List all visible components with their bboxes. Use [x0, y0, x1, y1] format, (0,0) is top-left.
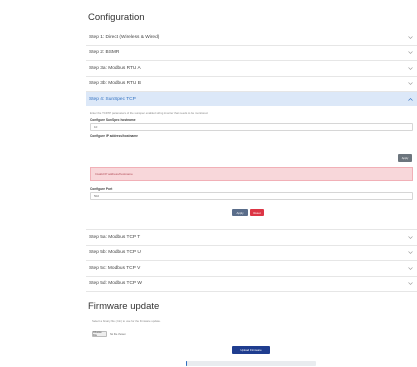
ip-address-label: Configure IP address/hostname: [90, 134, 138, 138]
accordion-step-5a[interactable]: Step 5a: Modbus TCP T: [86, 230, 417, 246]
firmware-title: Firmware update: [88, 301, 160, 312]
ip-apply-button[interactable]: Apply: [398, 154, 412, 162]
sunspec-tcp-panel: Enter the TCP/IP parameters of the sunsp…: [86, 106, 417, 230]
reset-button[interactable]: Reset: [250, 209, 264, 216]
accordion-step-3b[interactable]: Step 3b: Modbus RTU B: [86, 76, 417, 92]
accordion-step-5b[interactable]: Step 5b: Modbus TCP U: [86, 245, 417, 261]
sunspec-help-text: Enter the TCP/IP parameters of the sunsp…: [90, 111, 209, 115]
no-file-label: No file chosen: [110, 332, 126, 336]
chevron-down-icon: [407, 81, 413, 87]
accordion-step-label: Step 1: Direct (Wireless & Wired): [89, 34, 160, 40]
accordion-step-label: Step 5d: Modbus TCP W: [89, 281, 142, 287]
chevron-down-icon: [407, 34, 413, 40]
accordion-step-1[interactable]: Step 1: Direct (Wireless & Wired): [86, 30, 417, 46]
accordion-step-4[interactable]: Step 4: SunSpec TCP: [86, 92, 417, 106]
chevron-up-icon: [407, 96, 413, 102]
configuration-accordion: Step 1: Direct (Wireless & Wired) Step 2…: [86, 30, 417, 292]
accordion-step-5d[interactable]: Step 5d: Modbus TCP W: [86, 276, 417, 292]
accordion-step-label: Step 5a: Modbus TCP T: [89, 234, 141, 240]
accordion-step-label: Step 5b: Modbus TCP U: [89, 250, 141, 256]
port-block: Configure Port 502: [90, 187, 413, 203]
upload-firmware-button[interactable]: Upload Firmware: [232, 346, 270, 354]
accordion-step-label: Step 3a: Modbus RTU A: [89, 65, 141, 71]
chevron-down-icon: [407, 234, 413, 240]
accordion-step-label: Step 5c: Modbus TCP V: [89, 265, 141, 271]
hostname-input[interactable]: 10: [90, 123, 413, 131]
firmware-progress-fill: [186, 361, 188, 366]
chevron-down-icon: [407, 50, 413, 56]
accordion-step-label: Step 3b: Modbus RTU B: [89, 81, 141, 87]
apply-button[interactable]: Apply: [232, 209, 248, 216]
sunspec-actions: Apply Reset: [232, 209, 264, 216]
firmware-progress-bar: [186, 361, 316, 366]
firmware-help-text: Select a binary file (.bin) to use for t…: [92, 319, 161, 323]
configuration-title: Configuration: [88, 12, 145, 23]
accordion-step-5c[interactable]: Step 5c: Modbus TCP V: [86, 261, 417, 277]
port-label: Configure Port: [90, 187, 113, 191]
firmware-file-picker: Choose File No file chosen: [92, 331, 126, 337]
choose-file-button[interactable]: Choose File: [92, 331, 107, 337]
chevron-down-icon: [407, 281, 413, 287]
accordion-step-3a[interactable]: Step 3a: Modbus RTU A: [86, 61, 417, 77]
hostname-label: Configure SunSpec hostname: [90, 118, 136, 122]
invalid-ip-alert: Invalid IP address/hostname: [90, 167, 413, 181]
chevron-down-icon: [407, 265, 413, 271]
accordion-step-label: Step 4: SunSpec TCP: [89, 96, 136, 102]
chevron-down-icon: [407, 65, 413, 71]
accordion-step-2[interactable]: Step 2: BSMR: [86, 45, 417, 61]
port-input[interactable]: 502: [90, 192, 413, 200]
chevron-down-icon: [407, 250, 413, 256]
accordion-step-label: Step 2: BSMR: [89, 50, 120, 56]
